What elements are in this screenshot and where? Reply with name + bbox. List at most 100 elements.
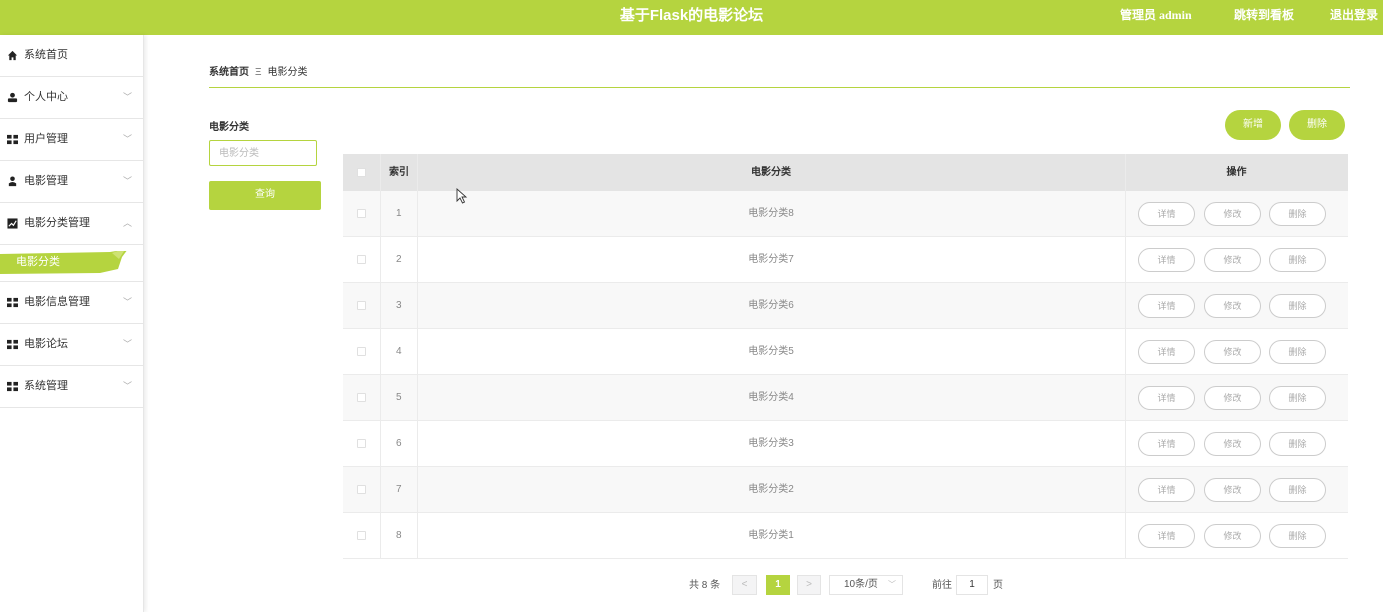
next-page-button[interactable]: > [797, 575, 821, 595]
prev-page-button[interactable]: < [732, 575, 757, 595]
grid-icon [7, 134, 18, 145]
row-checkbox[interactable] [357, 439, 366, 448]
grid-icon [7, 381, 18, 392]
select-all-checkbox[interactable] [357, 168, 366, 177]
column-divider [1125, 375, 1126, 421]
row-index: 4 [396, 346, 402, 357]
row-delete-button[interactable]: 删除 [1269, 294, 1326, 318]
breadcrumb: 系统首页 Ξ 电影分类 [209, 63, 308, 78]
column-divider [1125, 237, 1126, 283]
grid-icon [7, 297, 18, 308]
detail-button[interactable]: 详情 [1138, 294, 1195, 318]
table-row: 8 电影分类1 详情 修改 删除 [343, 513, 1348, 559]
goto-prefix: 前往 [932, 580, 952, 591]
chevron-down-icon: ﹀ [123, 92, 133, 102]
detail-button[interactable]: 详情 [1138, 432, 1195, 456]
row-category-name: 电影分类2 [748, 484, 794, 495]
header-index: 索引 [389, 167, 409, 178]
sidebar: 系统首页 个人中心 ﹀ 用户管理 ﹀ 电影管理 ﹀ 电影分类管理 ︿ 电影分类 … [0, 35, 144, 612]
detail-button[interactable]: 详情 [1138, 386, 1195, 410]
chart-icon [7, 218, 18, 229]
detail-button[interactable]: 详情 [1138, 478, 1195, 502]
row-checkbox[interactable] [357, 301, 366, 310]
row-category-name: 电影分类8 [748, 208, 794, 219]
goto-suffix: 页 [993, 580, 1003, 591]
edit-button[interactable]: 修改 [1204, 202, 1261, 226]
add-button[interactable]: 新增 [1225, 110, 1281, 140]
sidebar-item-movie-info[interactable]: 电影信息管理 ﹀ [0, 282, 143, 324]
logout-link[interactable]: 退出登录 [1330, 0, 1378, 31]
page-size-value: 10条/页 [844, 579, 878, 590]
row-delete-button[interactable]: 删除 [1269, 248, 1326, 272]
header-category: 电影分类 [751, 167, 791, 178]
edit-button[interactable]: 修改 [1204, 340, 1261, 364]
person-icon [8, 176, 17, 187]
sidebar-item-label: 个人中心 [24, 91, 68, 103]
sidebar-item-label: 电影论坛 [24, 338, 68, 350]
row-category-name: 电影分类3 [748, 438, 794, 449]
column-divider [1125, 513, 1126, 559]
row-index: 2 [396, 254, 402, 265]
row-delete-button[interactable]: 删除 [1269, 386, 1326, 410]
sidebar-item-user-management[interactable]: 用户管理 ﹀ [0, 119, 143, 161]
column-divider [1125, 329, 1126, 375]
row-delete-button[interactable]: 删除 [1269, 202, 1326, 226]
sidebar-item-label: 系统首页 [24, 49, 68, 61]
table-header: 索引 电影分类 操作 [343, 154, 1348, 191]
category-search-input[interactable] [209, 140, 317, 166]
row-category-name: 电影分类5 [748, 346, 794, 357]
edit-button[interactable]: 修改 [1204, 478, 1261, 502]
dashboard-link[interactable]: 跳转到看板 [1234, 0, 1294, 31]
sidebar-item-movie-management[interactable]: 电影管理 ﹀ [0, 161, 143, 203]
page-1-button[interactable]: 1 [766, 575, 790, 595]
admin-label[interactable]: 管理员 admin [1120, 0, 1192, 31]
sidebar-subitem-movie-category[interactable]: 电影分类 [0, 245, 143, 282]
search-button[interactable]: 查询 [209, 181, 321, 210]
row-category-name: 电影分类6 [748, 300, 794, 311]
row-checkbox[interactable] [357, 393, 366, 402]
sidebar-item-label: 电影管理 [24, 175, 68, 187]
grid-icon [7, 339, 18, 350]
edit-button[interactable]: 修改 [1204, 386, 1261, 410]
edit-button[interactable]: 修改 [1204, 432, 1261, 456]
column-divider [380, 375, 381, 421]
row-index: 7 [396, 484, 402, 495]
breadcrumb-home[interactable]: 系统首页 [209, 67, 249, 78]
row-delete-button[interactable]: 删除 [1269, 524, 1326, 548]
sidebar-item-forum[interactable]: 电影论坛 ﹀ [0, 324, 143, 366]
detail-button[interactable]: 详情 [1138, 248, 1195, 272]
sidebar-item-system-management[interactable]: 系统管理 ﹀ [0, 366, 143, 408]
page-size-select[interactable]: 10条/页 ﹀ [829, 575, 903, 595]
sidebar-item-home[interactable]: 系统首页 [0, 35, 143, 77]
chevron-down-icon: ﹀ [123, 297, 133, 307]
column-divider [380, 329, 381, 375]
sidebar-item-category-management[interactable]: 电影分类管理 ︿ [0, 203, 143, 245]
row-checkbox[interactable] [357, 209, 366, 218]
detail-button[interactable]: 详情 [1138, 340, 1195, 364]
row-checkbox[interactable] [357, 531, 366, 540]
row-checkbox[interactable] [357, 255, 366, 264]
goto-page-input[interactable]: 1 [956, 575, 988, 595]
delete-button[interactable]: 删除 [1289, 110, 1345, 140]
sidebar-item-label: 系统管理 [24, 380, 68, 392]
row-delete-button[interactable]: 删除 [1269, 432, 1326, 456]
row-category-name: 电影分类4 [748, 392, 794, 403]
edit-button[interactable]: 修改 [1204, 294, 1261, 318]
row-index: 6 [396, 438, 402, 449]
column-divider [1125, 283, 1126, 329]
pagination-total: 共 8 条 [689, 580, 721, 591]
edit-button[interactable]: 修改 [1204, 248, 1261, 272]
detail-button[interactable]: 详情 [1138, 202, 1195, 226]
sidebar-item-personal-center[interactable]: 个人中心 ﹀ [0, 77, 143, 119]
row-checkbox[interactable] [357, 347, 366, 356]
edit-button[interactable]: 修改 [1204, 524, 1261, 548]
row-delete-button[interactable]: 删除 [1269, 340, 1326, 364]
sidebar-subitem-label: 电影分类 [16, 256, 60, 268]
chevron-down-icon: ﹀ [123, 176, 133, 186]
row-index: 8 [396, 530, 402, 541]
column-divider [1125, 467, 1126, 513]
row-checkbox[interactable] [357, 485, 366, 494]
row-delete-button[interactable]: 删除 [1269, 478, 1326, 502]
detail-button[interactable]: 详情 [1138, 524, 1195, 548]
column-divider [1125, 191, 1126, 237]
